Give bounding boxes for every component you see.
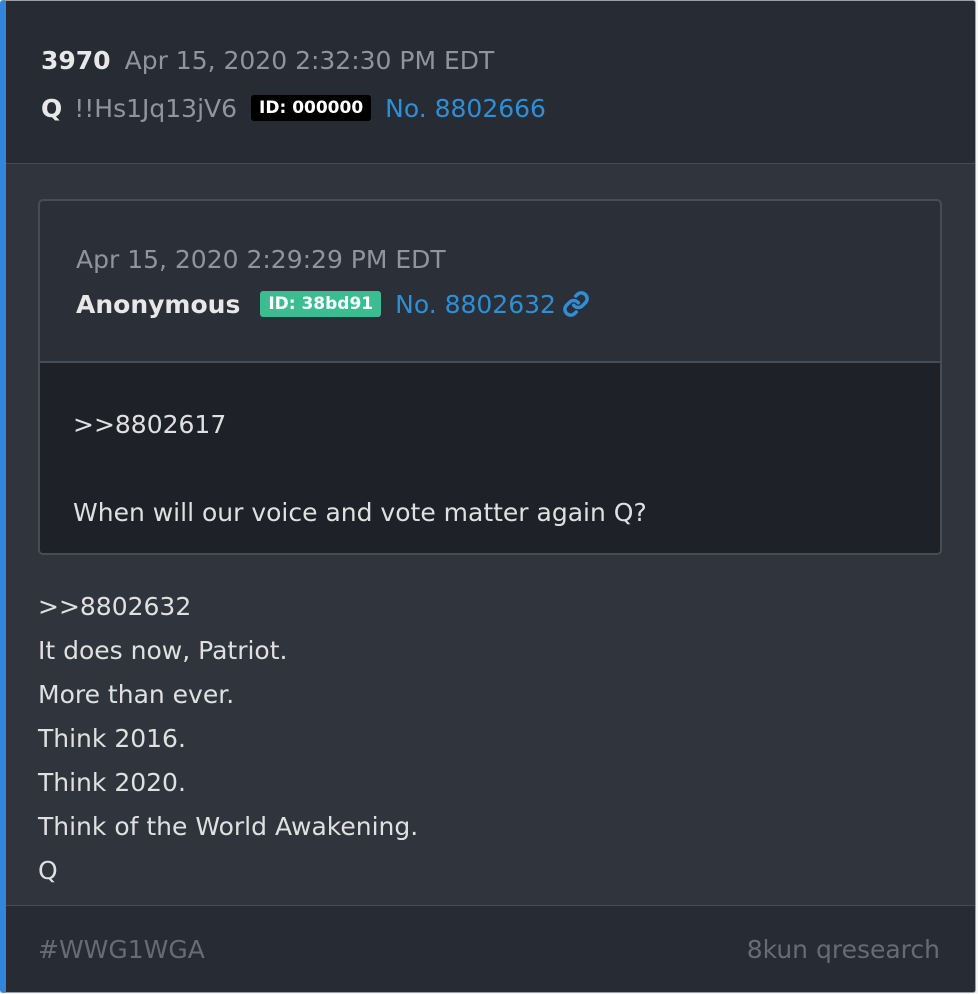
quoted-post: Apr 15, 2020 2:29:29 PM EDT Anonymous ID… <box>38 199 942 555</box>
quoted-post-header: Apr 15, 2020 2:29:29 PM EDT Anonymous ID… <box>40 201 940 363</box>
quoted-author-row: Anonymous ID: 38bd91 No. 8802632 <box>76 287 940 321</box>
quoted-post-link[interactable]: No. 8802632 <box>395 290 556 319</box>
body-line: It does now, Patriot. <box>38 636 288 665</box>
footer-source: 8kun qresearch <box>746 934 940 964</box>
post-author: Q <box>41 93 63 123</box>
body-line: Think 2020. <box>38 768 186 797</box>
post-header: 3970 Apr 15, 2020 2:32:30 PM EDT Q !!Hs1… <box>6 1 975 164</box>
link-icon[interactable] <box>562 290 590 318</box>
body-line: Q <box>38 856 58 885</box>
quoted-timestamp: Apr 15, 2020 2:29:29 PM EDT <box>76 245 446 274</box>
q-post-card: 3970 Apr 15, 2020 2:32:30 PM EDT Q !!Hs1… <box>0 0 976 993</box>
quoted-author: Anonymous <box>76 289 241 319</box>
body-line: More than ever. <box>38 680 235 709</box>
post-id-badge: ID: 000000 <box>251 95 372 121</box>
post-number: 3970 <box>41 46 111 75</box>
body-line: Think 2016. <box>38 724 186 753</box>
post-author-row: Q !!Hs1Jq13jV6 ID: 000000 No. 8802666 <box>41 92 975 124</box>
footer-hashtag: #WWG1WGA <box>38 934 205 964</box>
post-tripcode: !!Hs1Jq13jV6 <box>74 93 238 123</box>
quoted-post-body: >>8802617 When will our voice and vote m… <box>40 363 940 553</box>
quoted-line: When will our voice and vote matter agai… <box>73 498 647 527</box>
quoted-line: >>8802617 <box>73 410 227 439</box>
post-meta-row: 3970 Apr 15, 2020 2:32:30 PM EDT <box>41 46 975 80</box>
body-line: >>8802632 <box>38 592 192 621</box>
quoted-id-badge: ID: 38bd91 <box>260 291 382 317</box>
post-footer: #WWG1WGA 8kun qresearch <box>6 905 975 992</box>
post-timestamp: Apr 15, 2020 2:32:30 PM EDT <box>124 46 495 75</box>
body-line: Think of the World Awakening. <box>38 812 419 841</box>
post-body: >>8802632 It does now, Patriot. More tha… <box>38 585 418 893</box>
post-number-link[interactable]: No. 8802666 <box>385 94 546 123</box>
